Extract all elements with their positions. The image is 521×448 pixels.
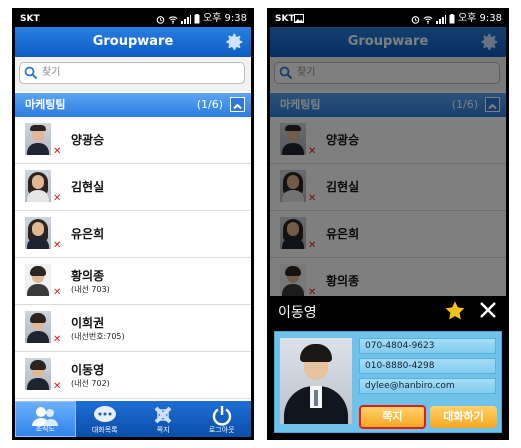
send-note-button[interactable]: 쪽지 xyxy=(359,405,426,429)
wifi-icon xyxy=(423,15,433,24)
tab-logout[interactable]: 로그아웃 xyxy=(193,401,252,437)
phone-field[interactable]: 070-4804-9623 xyxy=(359,338,496,354)
tab-label: 쪽지 xyxy=(156,426,170,434)
mobile-field[interactable]: 010-8880-4298 xyxy=(359,358,496,374)
contact-row[interactable]: ✕ 유은희 xyxy=(15,211,251,258)
avatar xyxy=(25,217,51,249)
contact-name: 양광승 xyxy=(71,133,105,147)
contact-name: 유은희 xyxy=(71,227,105,241)
tab-chat-list[interactable]: 대화목록 xyxy=(76,401,135,437)
collapse-button[interactable] xyxy=(230,97,245,112)
tab-notes[interactable]: 쪽지 xyxy=(134,401,193,437)
contact-name: 이동영 xyxy=(71,363,105,377)
status-bar: SKT 오후 9:38 xyxy=(270,11,506,27)
battery-icon xyxy=(449,14,455,24)
profile-card: 070-4804-9623 010-8880-4298 dylee@hanbir… xyxy=(274,331,502,433)
avatar xyxy=(25,358,51,390)
group-name: 마케팅팀 xyxy=(25,98,66,111)
contact-row[interactable]: ✕ 양광승 xyxy=(15,117,251,164)
close-icon[interactable] xyxy=(478,300,498,320)
carrier-label: SKT xyxy=(20,14,40,24)
status-time: 오후 9:38 xyxy=(202,13,247,24)
start-chat-button[interactable]: 대화하기 xyxy=(430,406,497,428)
chevron-up-icon xyxy=(233,103,242,110)
contact-row[interactable]: ✕ 이희권 (내선번호:705) xyxy=(15,305,251,352)
email-field[interactable]: dylee@hanbiro.com xyxy=(359,378,496,394)
note-icon xyxy=(154,406,172,424)
contact-detail-screen: SKT 오후 9:38 Groupware 찾기 마케팅팀 (1/6) xyxy=(270,11,506,437)
offline-icon: ✕ xyxy=(53,381,62,392)
search-area: 찾기 xyxy=(15,57,251,91)
detail-name: 이동영 xyxy=(278,305,317,321)
contact-row[interactable]: ✕ 이동영 (내선 702) xyxy=(15,352,251,399)
carrier-label: SKT xyxy=(275,14,295,24)
contact-extension: (내선 703) xyxy=(71,285,110,294)
gear-icon[interactable] xyxy=(223,31,245,53)
chat-bubble-icon xyxy=(93,406,116,422)
profile-photo xyxy=(280,338,352,424)
avatar xyxy=(25,170,51,202)
offline-icon: ✕ xyxy=(53,287,62,298)
offline-icon: ✕ xyxy=(53,193,62,204)
contact-name: 이희권 xyxy=(71,316,105,330)
phone-right: SKT 오후 9:38 Groupware 찾기 마케팅팀 (1/6) xyxy=(267,8,509,440)
wifi-icon xyxy=(168,15,178,24)
offline-icon: ✕ xyxy=(53,334,62,345)
search-placeholder: 찾기 xyxy=(42,67,61,78)
contact-detail-popup: 이동영 070-4804-9623 010-8880-4298 dylee@ha… xyxy=(270,296,506,437)
search-icon xyxy=(24,66,38,80)
contacts-screen: SKT 오후 9:38 Groupware 찾기 마케팅팀 (1/6) ✕ 양광… xyxy=(15,11,251,437)
app-header: Groupware xyxy=(15,27,251,57)
battery-icon xyxy=(194,14,200,24)
favorite-star-icon[interactable] xyxy=(444,300,466,322)
status-time: 오후 9:38 xyxy=(457,13,502,24)
tab-organization[interactable]: 조직도 xyxy=(15,401,76,437)
phone-left: SKT 오후 9:38 Groupware 찾기 마케팅팀 (1/6) ✕ 양광… xyxy=(12,8,254,440)
tab-label: 로그아웃 xyxy=(208,426,235,434)
status-icons: 오후 9:38 xyxy=(156,11,247,27)
tab-label: 조직도 xyxy=(35,425,55,433)
contact-row[interactable]: ✕ 황의종 (내선 703) xyxy=(15,258,251,305)
contact-list: ✕ 양광승 ✕ 김현실 ✕ 유은희 ✕ 황의종 (내선 703) ✕ 이희권 (… xyxy=(15,117,251,399)
avatar xyxy=(25,311,51,343)
alarm-icon xyxy=(156,15,165,24)
contact-name: 황의종 xyxy=(71,269,105,283)
contact-extension: (내선번호:705) xyxy=(71,332,125,341)
signal-icon xyxy=(180,14,191,24)
avatar xyxy=(25,264,51,296)
offline-icon: ✕ xyxy=(53,240,62,251)
contact-extension: (내선 702) xyxy=(71,379,110,388)
avatar xyxy=(25,123,51,155)
image-icon xyxy=(294,14,304,23)
search-input[interactable]: 찾기 xyxy=(19,62,245,84)
offline-icon: ✕ xyxy=(53,146,62,157)
status-bar: SKT 오후 9:38 xyxy=(15,11,251,27)
status-icons: 오후 9:38 xyxy=(411,11,502,27)
tab-label: 대화목록 xyxy=(91,426,118,434)
group-count: (1/6) xyxy=(196,98,223,111)
group-header[interactable]: 마케팅팀 (1/6) xyxy=(15,93,251,117)
power-icon xyxy=(212,406,231,426)
contact-name: 김현실 xyxy=(71,180,105,194)
signal-icon xyxy=(435,14,446,24)
app-title: Groupware xyxy=(92,34,174,49)
contact-row[interactable]: ✕ 김현실 xyxy=(15,164,251,211)
bottom-tab-bar: 조직도 대화목록 쪽지 로그아웃 xyxy=(15,401,251,437)
alarm-icon xyxy=(411,15,420,24)
